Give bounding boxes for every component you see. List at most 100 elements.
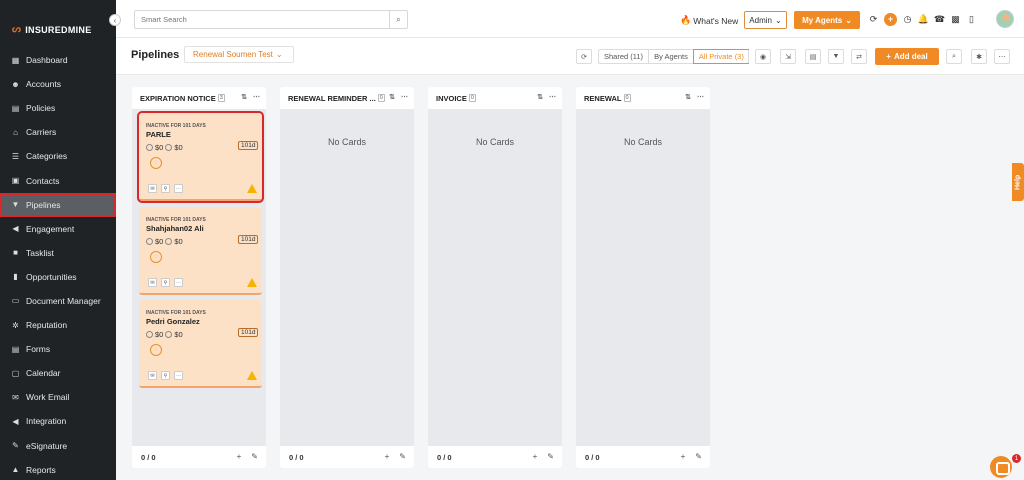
search-button[interactable]: ⌕: [389, 11, 407, 28]
more-icon[interactable]: ⋯: [549, 93, 556, 101]
more-icon[interactable]: ⋯: [697, 93, 704, 101]
export-button[interactable]: ⇲: [780, 49, 796, 64]
sidebar-item-categories[interactable]: ☰ Categories: [0, 144, 116, 168]
settings-button[interactable]: ✱: [971, 49, 987, 64]
sidebar-item-pipelines[interactable]: ▼ Pipelines: [0, 192, 116, 217]
add-deal-button[interactable]: + Add deal: [875, 48, 939, 65]
sidebar-item-reports[interactable]: ▲ Reports: [0, 458, 116, 480]
sidebar-item-reputation[interactable]: ✲ Reputation: [0, 313, 116, 337]
my-agents-button[interactable]: My Agents ⌄: [794, 11, 860, 29]
pencil-icon[interactable]: ✎: [547, 452, 554, 461]
integration-icon: ◀: [12, 416, 19, 426]
sort-icon[interactable]: ⇅: [241, 93, 247, 101]
brand-logo[interactable]: ᔕ INSUREDMINE: [12, 24, 92, 35]
column-footer: 0 / 0 + ✎: [132, 446, 266, 468]
pipeline-select[interactable]: Renewal Soumen Test ⌄: [184, 46, 294, 63]
column-footer: 0 / 0 + ✎: [428, 446, 562, 468]
sidebar-item-calendar[interactable]: ▢ Calendar: [0, 361, 116, 385]
sidebar-item-label: Contacts: [26, 175, 60, 186]
refresh-icon[interactable]: ⟳: [868, 12, 879, 26]
role-value: Admin: [749, 15, 772, 25]
more-icon[interactable]: ⋯: [401, 93, 408, 101]
sidebar-item-opportunities[interactable]: ▮ Opportunities: [0, 265, 116, 289]
avatar[interactable]: [996, 10, 1014, 28]
sidebar-item-work-email[interactable]: ✉ Work Email: [0, 385, 116, 409]
sidebar-item-accounts[interactable]: ☻ Accounts: [0, 72, 116, 96]
sidebar-item-contacts[interactable]: ▣ Contacts: [0, 168, 116, 192]
search-deals-button[interactable]: ⌕: [946, 49, 962, 64]
pencil-icon[interactable]: ✎: [695, 452, 702, 461]
chat-icon[interactable]: ◌: [150, 157, 162, 169]
email-icon[interactable]: ✉: [148, 184, 157, 193]
plus-icon[interactable]: +: [533, 452, 538, 461]
more-icon[interactable]: ⋯: [174, 184, 183, 193]
column-count: 0: [377, 94, 385, 102]
pencil-icon[interactable]: ✎: [251, 452, 258, 461]
sync-button[interactable]: ⇄: [851, 49, 867, 64]
sidebar-item-integration[interactable]: ◀ Integration: [0, 409, 116, 433]
sidebar-item-carriers[interactable]: ⌂ Carriers: [0, 120, 116, 144]
role-select[interactable]: Admin ⌄: [744, 11, 787, 29]
more-icon[interactable]: ⋯: [253, 93, 260, 101]
filter-button[interactable]: ▼: [828, 49, 844, 64]
location-icon[interactable]: ⚲: [161, 184, 170, 193]
mobile-icon[interactable]: ▯: [966, 12, 977, 26]
email-icon[interactable]: ✉: [148, 278, 157, 287]
chip-icon[interactable]: ▩: [950, 12, 961, 26]
chat-widget-button[interactable]: [990, 456, 1012, 478]
search-icon: ⌕: [952, 52, 956, 60]
location-icon[interactable]: ⚲: [161, 278, 170, 287]
top-icons: ⟳ + ◷ 🔔 ☎ ▩ ▯: [868, 12, 977, 26]
deal-card[interactable]: INACTIVE FOR 101 DAYS Shahjahan02 Ali $0…: [139, 207, 262, 295]
clock-icon[interactable]: ◷: [902, 12, 913, 26]
plus-icon[interactable]: +: [385, 452, 390, 461]
bell-icon[interactable]: 🔔: [918, 12, 929, 26]
quick-add-icon[interactable]: +: [884, 12, 897, 26]
more-options-button[interactable]: ⋯: [994, 49, 1010, 64]
sort-icon[interactable]: ⇅: [389, 93, 395, 101]
filter-shared[interactable]: Shared (11): [599, 50, 650, 63]
deal-card[interactable]: INACTIVE FOR 101 DAYS PARLE $0 $0 101d ◌ …: [137, 111, 264, 203]
plus-icon[interactable]: +: [237, 452, 242, 461]
carriers-icon: ⌂: [13, 127, 18, 137]
more-icon[interactable]: ⋯: [174, 278, 183, 287]
pipeline-column-renewal: RENEWAL 0 ⇅ ⋯ No Cards 0 / 0 + ✎: [576, 87, 710, 468]
sort-icon[interactable]: ⇅: [685, 93, 691, 101]
sidebar-item-document-manager[interactable]: ▭ Document Manager: [0, 289, 116, 313]
help-tab[interactable]: Help: [1012, 163, 1024, 201]
column-title: INVOICE: [436, 93, 467, 103]
search-input[interactable]: [135, 11, 385, 28]
sidebar-item-label: Reports: [26, 464, 56, 475]
location-icon[interactable]: ⚲: [161, 371, 170, 380]
pipelines-icon: ▼: [11, 200, 20, 210]
whats-new-link[interactable]: 🔥 What's New: [680, 15, 738, 26]
sort-icon[interactable]: ⇅: [537, 93, 543, 101]
refresh-board-button[interactable]: ⟳: [576, 49, 592, 64]
sidebar-item-engagement[interactable]: ◀ Engagement: [0, 217, 116, 241]
view-button[interactable]: ◉: [755, 49, 771, 64]
column-total: 0 / 0: [141, 452, 156, 462]
sidebar-item-label: eSignature: [26, 440, 68, 451]
pipeline-column-renewal-reminder: RENEWAL REMINDER ... 0 ⇅ ⋯ No Cards 0 / 0…: [280, 87, 414, 468]
pencil-icon[interactable]: ✎: [399, 452, 406, 461]
visibility-filter: Shared (11) By Agents All Private (3): [598, 49, 749, 64]
deal-card[interactable]: INACTIVE FOR 101 DAYS Pedri Gonzalez $0 $…: [139, 300, 262, 388]
collapse-sidebar-button[interactable]: ‹: [109, 14, 121, 26]
filter-by-agents[interactable]: By Agents: [649, 50, 694, 63]
sidebar-item-forms[interactable]: ▤ Forms: [0, 337, 116, 361]
sidebar-item-label: Policies: [26, 103, 56, 114]
chat-icon[interactable]: ◌: [150, 251, 162, 263]
eye-icon: ◉: [759, 53, 767, 61]
plus-icon[interactable]: +: [681, 452, 686, 461]
sidebar-item-tasklist[interactable]: ■ Tasklist: [0, 241, 116, 265]
sidebar-item-dashboard[interactable]: ▦ Dashboard: [0, 48, 116, 72]
more-icon[interactable]: ⋯: [174, 371, 183, 380]
print-button[interactable]: ▤: [805, 49, 821, 64]
phone-icon[interactable]: ☎: [934, 12, 945, 26]
sidebar-item-esignature[interactable]: ✎ eSignature: [0, 434, 116, 458]
refresh-icon: ⟳: [581, 53, 587, 61]
sidebar-item-policies[interactable]: ▤ Policies: [0, 96, 116, 120]
filter-all-private[interactable]: All Private (3): [692, 49, 749, 64]
chat-icon[interactable]: ◌: [150, 344, 162, 356]
email-icon[interactable]: ✉: [148, 371, 157, 380]
